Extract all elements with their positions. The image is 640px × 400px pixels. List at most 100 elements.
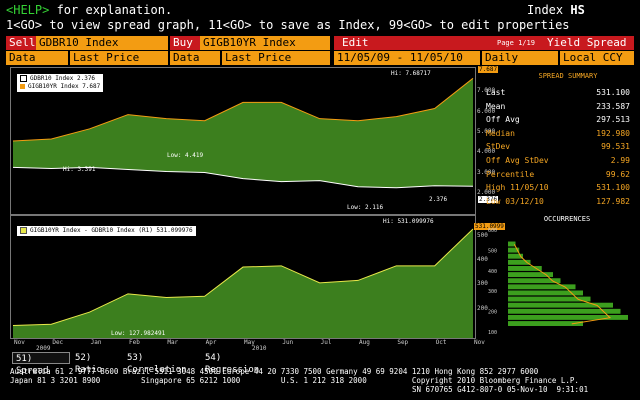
legend-swatch-gdbr10 [20,75,27,82]
analysis-tabs: 51) Spread 52) Ratio 53) Correlation 54)… [0,352,640,376]
x-tick: Oct [435,339,447,346]
summary-row: Mean 233.587 [486,100,630,113]
instructions-line: 1<GO> to view spread graph, 11<GO> to sa… [6,18,570,32]
summary-label: Mean [486,101,506,111]
date-start[interactable]: 11/05/09 [337,51,390,64]
summary-label: StDev [486,142,511,152]
data-field-2[interactable]: Last Price [222,51,330,65]
legend-value-gigb10yr: 7.687 [82,83,101,90]
summary-label: Percentile [486,169,535,179]
tab-spread[interactable]: 51) Spread [12,352,70,376]
data-label-2: Data [170,51,220,65]
summary-label: High 11/05/10 [486,183,549,193]
currency-dropdown[interactable]: Local CCY [560,51,634,65]
tab-correlation[interactable]: 53) Correlation [124,352,200,375]
occurrence-y-tick: 500 [488,248,497,254]
data-field-1[interactable]: Last Price [70,51,168,65]
tab-ratio[interactable]: 52) Ratio [72,352,122,375]
summary-value: 233.587 [596,101,630,111]
help-text: for explanation. [49,3,173,17]
summary-label: Median [486,128,515,138]
sell-label: Sell [6,36,36,50]
security-toolbar: Sell GDBR10 Index Buy GIGB10YR Index Edi… [0,36,640,50]
period-dropdown[interactable]: Daily [482,51,558,65]
footer-session: SN 670765 G412-807-0 05-Nov-10 9:31:01 [412,385,589,394]
occurrence-y-tick: 100 [488,330,497,336]
legend-swatch-spread [20,227,27,234]
yields-chart-panel[interactable]: GDBR10 Index 2.376 GIGB10YR Index 7.687 … [10,67,476,215]
summary-value: 127.982 [596,196,630,206]
index-label: Index [527,3,564,17]
page-info: Page 1/19 [494,36,544,50]
x-tick: Nov [474,339,485,346]
top-low-annotation: Low: 4.419 [167,152,204,159]
hs-label: HS [570,3,585,17]
legend-item-gigb10yr: GIGB10YR Index 7.687 [20,83,100,91]
legend-item-gdbr10: GDBR10 Index 2.376 [20,75,100,83]
summary-value: 531.100 [596,183,630,193]
data-label-1: Data [6,51,68,65]
summary-label: Low 03/12/10 [486,196,544,206]
summary-row: Off Avg StDev 2.99 [486,154,630,167]
summary-row: High 11/05/10 531.100 [486,181,630,194]
summary-row: Low 03/12/10 127.982 [486,195,630,208]
summary-label: Off Avg StDev [486,156,549,165]
occurrences-histogram[interactable]: 600 500 400 300 200 100 [486,228,634,340]
page-title: Yield Spread [544,36,634,50]
occurrence-bar [508,241,516,247]
footer-contacts-2: Japan 81 3 3201 8900 Singapore 65 6212 1… [10,376,579,385]
x-tick: Aug [359,339,370,346]
spread-summary-title: SPREAD SUMMARY [538,72,598,80]
sell-security-field[interactable]: GDBR10 Index [36,36,168,50]
spread-area [13,229,473,338]
summary-row: Off Avg 297.513 [486,113,630,126]
tab-regression[interactable]: 54) Regression [202,352,276,375]
summary-value: 297.513 [596,115,630,125]
summary-value: 192.980 [596,128,630,138]
summary-row: Median 192.980 [486,127,630,140]
footer-contacts-1: Australia 61 2 9777 8600 Brazil 5511 304… [10,367,539,376]
buy-label: Buy [170,36,200,50]
legend-value-gdbr10: 2.376 [76,75,96,82]
occurrence-y-tick: 200 [488,310,497,316]
x-tick: Apr [205,339,217,346]
help-key[interactable]: <HELP> [6,3,49,17]
yields-legend: GDBR10 Index 2.376 GIGB10YR Index 7.687 [17,74,104,92]
data-toolbar: Data Last Price Data Last Price 11/05/09… [0,51,640,65]
top-hi2-annotation: Hi: 3.391 [63,166,96,173]
bottom-hi-annotation: Hi: 531.099976 [383,218,434,225]
occurrence-y-tick: 600 [488,228,497,234]
top-hi-annotation: Hi: 7.68717 [391,70,431,77]
top-low2-annotation: Low: 2.116 [347,204,384,211]
summary-row: Last 531.100 [486,86,630,99]
x-year-label: 2009 [36,345,51,352]
x-tick: Feb [129,339,140,346]
date-range[interactable]: 11/05/09 - 11/05/10 [334,51,480,65]
summary-label: Off Avg [486,115,520,125]
help-line: <HELP> for explanation. [6,3,172,17]
summary-value: 99.531 [601,142,630,152]
spread-chart-panel[interactable]: GIGB10YR Index - GDBR10 Index (R1) 531.0… [10,215,476,339]
top-last-annotation: 2.376 [429,196,448,203]
legend-swatch-gigb10yr [20,84,25,89]
x-year-label: 2010 [252,345,267,352]
summary-label: Last [486,88,506,97]
x-tick: Mar [167,339,179,346]
summary-value: 99.62 [605,169,630,179]
x-tick: Sep [397,339,409,346]
x-tick: Jun [282,339,294,346]
spread-legend: GIGB10YR Index - GDBR10 Index (R1) 531.0… [17,226,196,236]
occurrences-title: OCCURRENCES [543,215,591,223]
x-tick: Dec [52,339,64,346]
summary-value: 2.99 [610,156,630,165]
date-end[interactable]: 11/05/10 [410,51,463,64]
date-separator: - [396,51,404,64]
buy-security-field[interactable]: GIGB10YR Index [200,36,330,50]
x-tick: Nov [14,339,25,346]
occurrence-y-tick: 400 [488,269,497,275]
top-last-marker-gigb: 7.687 [478,66,499,73]
index-hs-label: Index HS [527,3,585,17]
summary-row: StDev 99.531 [486,140,630,153]
x-tick: Jan [90,339,102,346]
edit-button[interactable]: Edit [334,36,494,50]
